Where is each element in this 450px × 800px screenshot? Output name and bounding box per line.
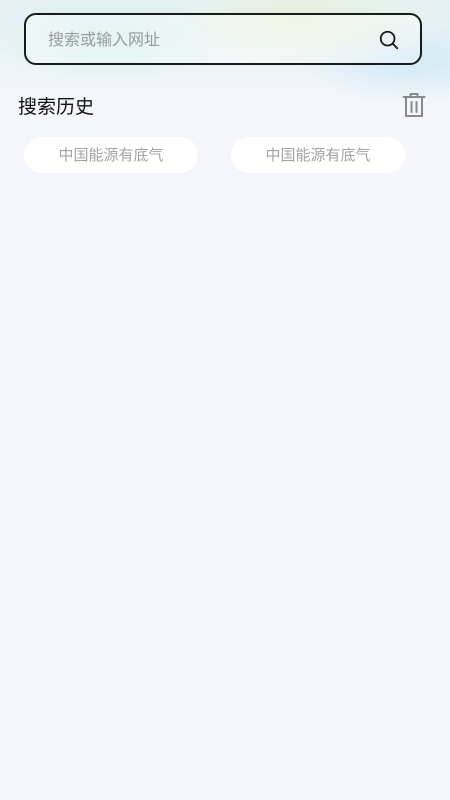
trash-icon[interactable] (402, 92, 426, 118)
search-bar[interactable] (24, 13, 422, 65)
history-chip[interactable]: 中国能源有底气 (24, 137, 198, 173)
search-icon[interactable] (378, 29, 400, 51)
history-chip[interactable]: 中国能源有底气 (231, 137, 405, 173)
search-input[interactable] (48, 15, 368, 63)
search-history-title: 搜索历史 (18, 96, 95, 118)
